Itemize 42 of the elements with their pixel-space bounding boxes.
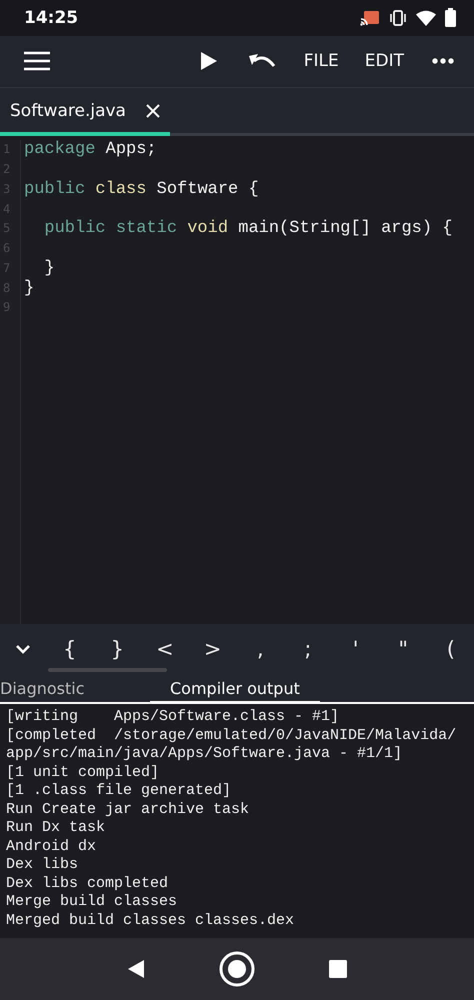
status-time: 14:25 [24,8,78,28]
output-line: [1 unit compiled] [6,764,160,782]
symbol-key[interactable]: > [198,637,228,662]
home-icon[interactable] [218,950,256,988]
toolbar-text-button[interactable]: FILE [302,47,341,76]
code-line: public class Software { [24,180,259,199]
symbol-key[interactable]: ' [340,637,371,662]
output-line: Run Create jar archive task [6,800,250,820]
output-line: Run Dx task [6,819,106,838]
recents-icon[interactable] [329,960,348,978]
symbol-key[interactable]: < [150,637,180,662]
code-line: public static void main(String[] args) { [43,219,452,238]
more-icon[interactable] [432,58,454,64]
symbol-key[interactable]: " [388,637,418,662]
code-line: } [24,278,34,298]
output-line: Dex libs completed [6,874,170,894]
hamburger-icon[interactable] [24,51,50,72]
cast-icon [360,10,380,26]
symbol-key[interactable]: { [54,637,85,662]
play-icon[interactable] [200,51,218,72]
symbol-key[interactable]: } [102,637,132,662]
back-icon[interactable] [126,959,145,980]
output-tab[interactable]: Diagnostic [0,674,150,702]
code-line: package Apps; [24,140,157,160]
chevron-down-icon[interactable] [15,644,31,654]
output-line: Merged build classes classes.dex [6,912,296,930]
battery-icon [445,8,456,28]
output-line: [1 .class file generated] [6,782,232,801]
symbol-key[interactable]: ; [292,637,323,662]
symbol-key[interactable]: ( [436,637,466,662]
code-line: } [43,258,55,278]
output-line: [writing Apps/Software.class - #1] [6,708,340,727]
wifi-icon [416,10,436,26]
symbol-key[interactable]: , [245,637,276,662]
close-icon[interactable] [146,104,160,118]
undo-icon[interactable] [248,53,276,70]
output-line: Dex libs [6,856,80,875]
vibrate-icon [389,10,407,26]
output-line: Android dx [6,838,98,856]
output-line: [completed /storage/emulated/0/JavaNIDE/Malavida/app/src/main/java/Apps/Software.java - #1/1] [6,726,458,764]
toolbar-text-button[interactable]: EDIT [362,47,406,76]
output-line: Merge build classes [6,893,178,912]
